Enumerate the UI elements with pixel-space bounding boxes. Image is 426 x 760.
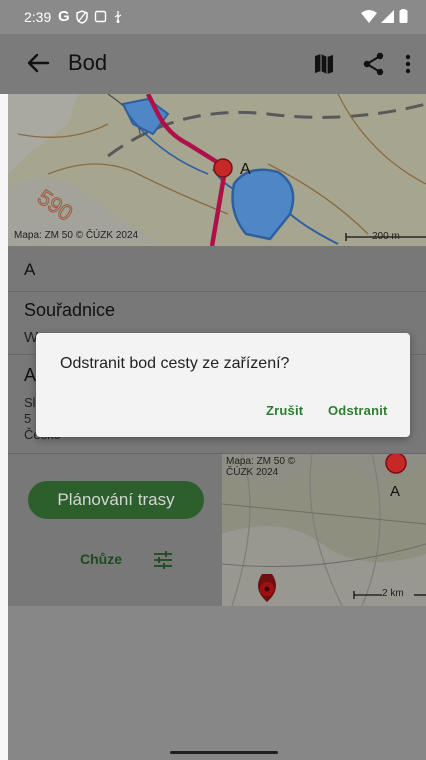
address-heading: A [24,365,37,385]
route-map-credit-2: ČÚZK 2024 [226,467,279,478]
dialog-message: Odstranit bod cesty ze zařízení? [60,355,290,372]
usb-icon [114,10,122,23]
status-time: 2:39 [24,9,52,25]
wifi-icon [361,9,377,23]
screen: 2:39 G Bod A 590 Mapa: ZM 50 © ČÚZK 2024… [0,0,426,760]
more-options-icon[interactable] [400,50,416,78]
google-icon: G [58,8,70,25]
vpn-shield-icon [75,9,88,24]
map-waypoint-label: A [240,161,251,178]
page-title: Bod [68,50,108,75]
status-bar: 2:39 G [0,0,426,34]
travel-mode[interactable]: Chůze [80,551,122,567]
map-preview[interactable]: A 590 Mapa: ZM 50 © ČÚZK 2024 200 m [8,94,426,246]
signal-icon [381,9,394,23]
gesture-bar[interactable] [170,751,278,754]
route-map-waypoint-label: A [390,483,400,500]
delete-waypoint-dialog: Odstranit bod cesty ze zařízení? Zrušit … [36,333,410,437]
tune-settings-icon[interactable] [152,549,174,571]
cancel-button[interactable]: Zrušit [266,403,303,418]
waypoint-name-row[interactable]: A [8,246,426,292]
address-line-2: 5 [24,411,32,426]
route-map-scale: 2 km [382,588,404,599]
map-scale: 200 m [372,231,400,242]
waypoint-name: A [24,260,36,279]
map-credit: Mapa: ZM 50 © ČÚZK 2024 [14,230,139,241]
empty-area [8,606,426,760]
screen-icon [94,10,106,23]
app-bar: Bod [0,34,426,94]
delete-button[interactable]: Odstranit [328,403,388,418]
route-planning-button[interactable]: Plánování trasy [28,481,204,519]
map-graphic: A 590 [8,94,426,246]
share-icon[interactable] [360,50,388,78]
address-line-1: Sl [24,395,36,410]
back-arrow-icon[interactable] [24,49,52,77]
battery-icon [399,9,408,23]
coordinates-heading: Souřadnice [24,300,116,320]
route-map-credit-1: Mapa: ZM 50 © [226,456,296,467]
status-notification-icons: G [58,8,123,25]
status-system-icons [361,9,408,23]
route-map-preview[interactable]: A Mapa: ZM 50 © ČÚZK 2024 2 km [222,454,426,606]
map-icon[interactable] [312,50,340,78]
